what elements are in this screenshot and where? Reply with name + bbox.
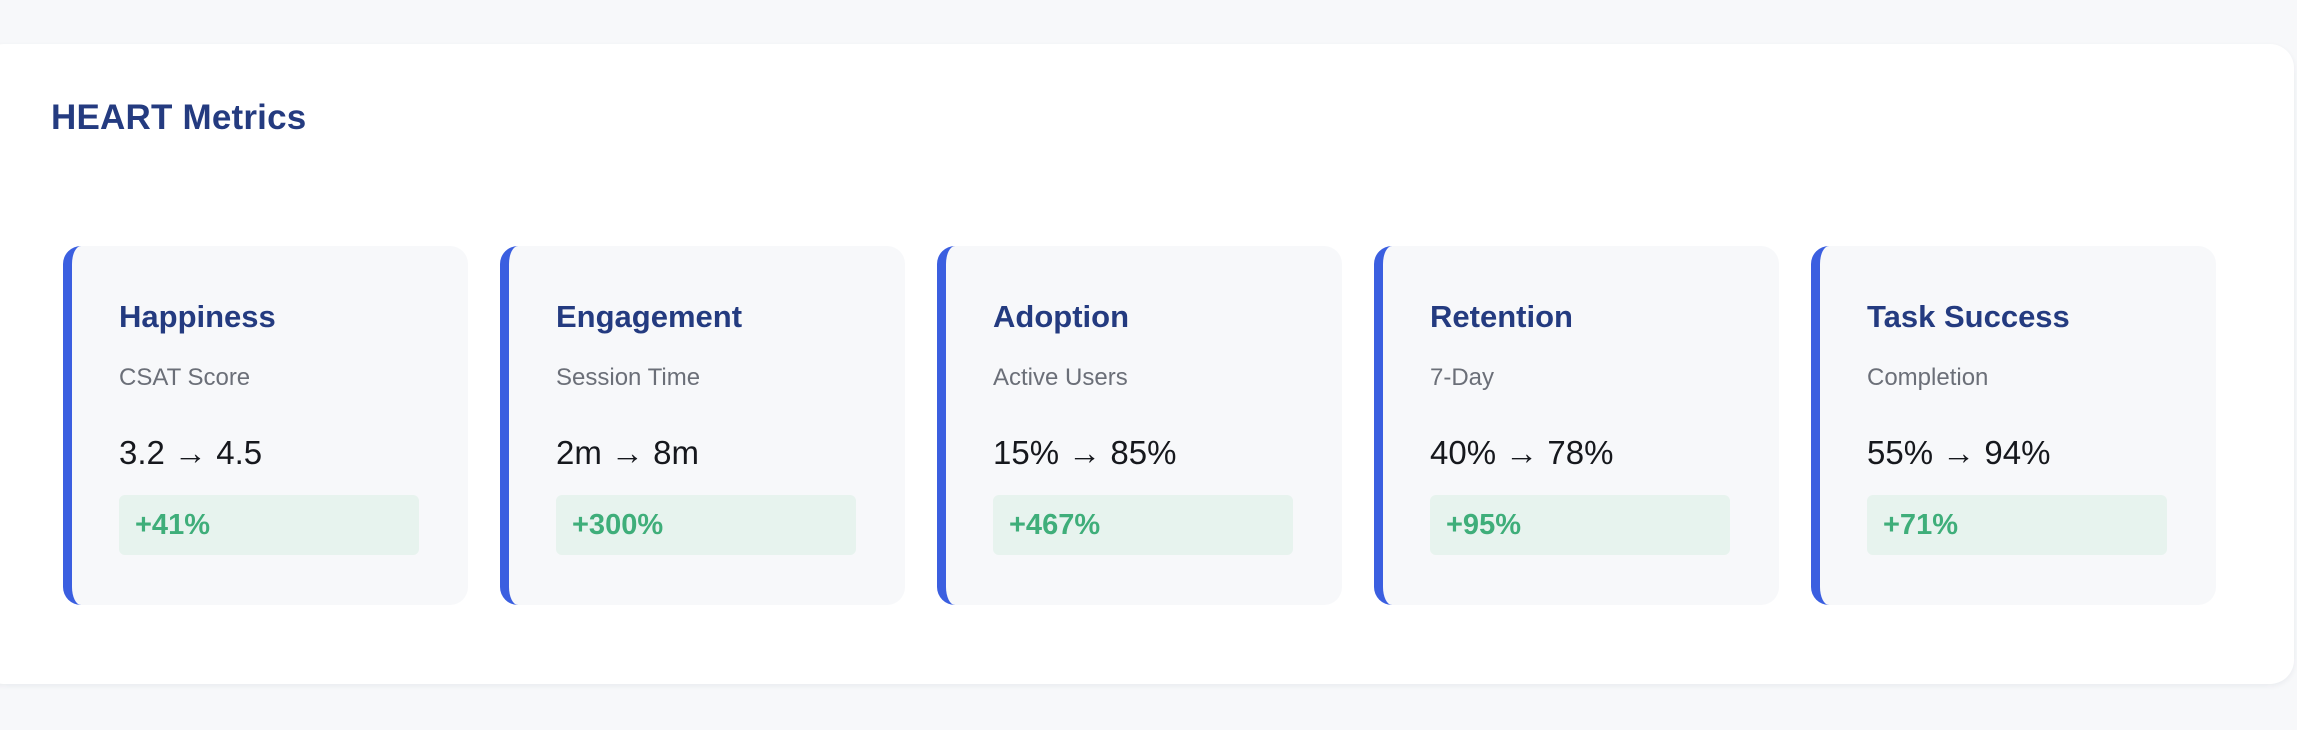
metric-title: Happiness [119, 299, 276, 334]
metric-title: Adoption [993, 299, 1130, 334]
metric-change-badge: +300% [556, 495, 856, 555]
metric-value: 15% → 85% [993, 434, 1177, 471]
metric-value: 55% → 94% [1867, 434, 2051, 471]
metric-subtitle: 7-Day [1430, 364, 1495, 391]
metric-value: 3.2 → 4.5 [119, 434, 263, 471]
metric-subtitle: CSAT Score [119, 364, 251, 391]
metric-card-task-success: Task Success Completion 55% → 94% +71% [1811, 246, 2216, 605]
metric-title: Engagement [556, 299, 743, 334]
metric-card-retention: Retention 7-Day 40% → 78% +95% [1374, 246, 1779, 605]
metric-change-badge: +467% [993, 495, 1293, 555]
panel-title: HEART Metrics [51, 98, 307, 137]
metric-card-adoption: Adoption Active Users 15% → 85% +467% [937, 246, 1342, 605]
metric-change-badge: +71% [1867, 495, 2167, 555]
metric-change-badge: +95% [1430, 495, 1730, 555]
metric-card-engagement: Engagement Session Time 2m → 8m +300% [500, 246, 905, 605]
metric-title: Retention [1430, 299, 1573, 334]
metric-title: Task Success [1867, 299, 2070, 334]
metric-subtitle: Session Time [556, 364, 701, 391]
metric-change-badge: +41% [119, 495, 419, 555]
metric-card-happiness: Happiness CSAT Score 3.2 → 4.5 +41% [63, 246, 468, 605]
metric-subtitle: Active Users [993, 364, 1128, 391]
metric-cards: Happiness CSAT Score 3.2 → 4.5 +41% Enga… [63, 246, 2216, 605]
metric-subtitle: Completion [1867, 364, 1989, 391]
metric-value: 2m → 8m [556, 434, 700, 471]
metric-value: 40% → 78% [1430, 434, 1614, 471]
